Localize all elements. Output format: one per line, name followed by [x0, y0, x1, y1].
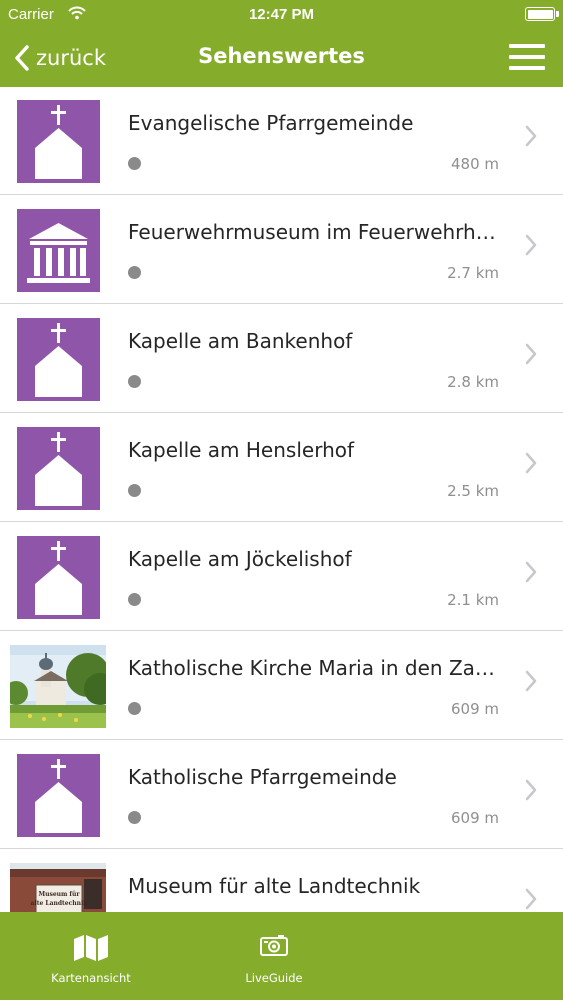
chevron-right-icon — [525, 343, 537, 365]
navigation-bar: zurück Sehenswertes — [0, 30, 563, 87]
chevron-right-icon — [525, 125, 537, 147]
church-icon — [17, 318, 100, 401]
list-item[interactable]: Kapelle am Henslerhof 2.5 km — [0, 414, 563, 522]
list-item[interactable]: Kapelle am Bankenhof 2.8 km — [0, 305, 563, 413]
hamburger-menu-icon[interactable] — [509, 44, 545, 70]
church-icon — [17, 536, 100, 619]
item-title: Kapelle am Jöckelishof — [128, 547, 352, 571]
item-title: Katholische Kirche Maria in den Zarten — [128, 656, 500, 680]
clock: 12:47 PM — [248, 6, 315, 23]
list-item[interactable]: Feuerwehrmuseum im Feuerwehrhaus 2.7 km — [0, 196, 563, 304]
church-icon — [17, 100, 100, 183]
item-distance: 2.8 km — [447, 373, 499, 391]
list-item[interactable]: Museum für alte Landtechnik Museum für a… — [0, 850, 563, 912]
item-distance: 2.1 km — [447, 591, 499, 609]
list-item[interactable]: Katholische Pfarrgemeinde 609 m — [0, 741, 563, 849]
map-icon — [74, 935, 108, 961]
tab-map-label: Kartenansicht — [51, 971, 131, 985]
svg-text:Museum für: Museum für — [38, 891, 80, 898]
item-distance: 609 m — [450, 700, 499, 718]
museum-photo: Museum für alte Landtechnik — [10, 863, 106, 912]
tab-liveguide-label: LiveGuide — [245, 971, 303, 985]
page-title: Sehenswertes — [198, 44, 365, 68]
item-title: Kapelle am Bankenhof — [128, 329, 353, 353]
item-title: Evangelische Pfarrgemeinde — [128, 111, 414, 135]
tab-bar: Kartenansicht LiveGuide — [0, 912, 563, 1000]
chevron-right-icon — [525, 779, 537, 801]
tab-map-view[interactable]: Kartenansicht — [1, 912, 181, 1000]
camera-icon — [260, 935, 288, 956]
chevron-right-icon — [525, 561, 537, 583]
app-header: Carrier 12:47 PM zurück Sehenswertes — [0, 0, 563, 87]
church-photo — [4, 645, 116, 728]
status-dot — [128, 811, 141, 824]
item-distance: 2.7 km — [447, 264, 499, 282]
chevron-right-icon — [525, 888, 537, 910]
tab-liveguide[interactable]: LiveGuide — [184, 912, 364, 1000]
list-item[interactable]: Kapelle am Jöckelishof 2.1 km — [0, 523, 563, 631]
list-item[interactable]: Evangelische Pfarrgemeinde 480 m — [0, 87, 563, 195]
church-icon — [17, 427, 100, 510]
sights-list: Evangelische Pfarrgemeinde 480 m Feuerwe… — [0, 87, 563, 912]
battery-icon — [525, 7, 559, 21]
church-icon — [17, 754, 100, 837]
status-dot — [128, 484, 141, 497]
museum-icon — [17, 209, 100, 292]
chevron-right-icon — [525, 234, 537, 256]
status-dot — [128, 593, 141, 606]
list-item[interactable]: Katholische Kirche Maria in den Zarten 6… — [0, 632, 563, 740]
status-dot — [128, 266, 141, 279]
status-dot — [128, 702, 141, 715]
item-title: Feuerwehrmuseum im Feuerwehrhaus — [128, 220, 500, 244]
item-title: Katholische Pfarrgemeinde — [128, 765, 397, 789]
item-title: Kapelle am Henslerhof — [128, 438, 355, 462]
chevron-right-icon — [525, 452, 537, 474]
svg-text:alte Landtechnik: alte Landtechnik — [31, 900, 89, 907]
item-title: Museum für alte Landtechnik — [128, 874, 421, 898]
item-distance: 2.5 km — [447, 482, 499, 500]
status-bar: Carrier 12:47 PM — [0, 0, 563, 30]
chevron-right-icon — [525, 670, 537, 692]
status-dot — [128, 157, 141, 170]
status-dot — [128, 375, 141, 388]
item-distance: 609 m — [450, 809, 499, 827]
item-distance: 480 m — [450, 155, 499, 173]
